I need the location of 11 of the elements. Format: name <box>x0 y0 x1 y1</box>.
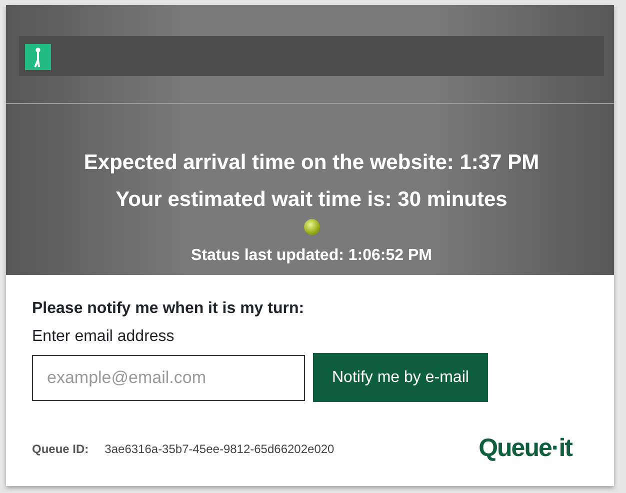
email-label: Enter email address <box>32 327 176 347</box>
logo: Queue·it <box>478 433 572 464</box>
queue-id-label: Queue ID: <box>32 440 89 458</box>
arrival-time-text: Expected arrival time on the website: 1:37 PM <box>84 152 540 173</box>
notify-heading: Please notify me when it is my turn: <box>32 299 306 319</box>
status-updated-text: Status last updated: 1:06:52 PM <box>191 246 432 266</box>
notify-button[interactable]: Notify me by e-mail <box>313 353 488 402</box>
queue-id-value: 3ae6316a-35b7-45ee-9812-65d66202e020 <box>104 440 334 458</box>
status-dot-icon <box>302 218 320 236</box>
email-input-field[interactable]: example@email.com <box>32 354 305 400</box>
wait-time-text: Your estimated wait time is: 30 minutes <box>116 189 508 210</box>
